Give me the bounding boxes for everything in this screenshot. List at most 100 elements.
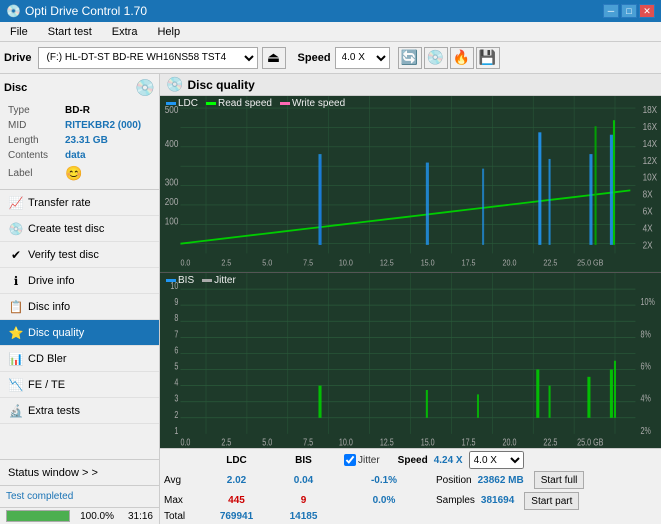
jitter-dot — [202, 279, 212, 282]
legend-jitter: Jitter — [202, 275, 236, 286]
nav-drive-info[interactable]: ℹ Drive info — [0, 268, 159, 294]
total-bis: 14185 — [271, 511, 336, 522]
stats-avg-row: Avg 2.02 0.04 -0.1% Position 23862 MB St… — [164, 471, 657, 489]
svg-text:12X: 12X — [643, 155, 658, 166]
svg-text:14X: 14X — [643, 138, 658, 149]
fe-te-icon: 📉 — [8, 378, 24, 392]
main-content: Disc 💿 Type BD-R MID RITEKBR2 (000) Leng… — [0, 74, 661, 524]
right-panel: 💿 Disc quality LDC Read speed — [160, 74, 661, 524]
disc-header-icon: 💿 — [135, 78, 155, 98]
avg-jitter: -0.1% — [344, 475, 424, 486]
toolbar-icons: 🔄 💿 🔥 💾 — [398, 47, 500, 69]
jitter-checkbox[interactable] — [344, 454, 356, 466]
chart-header-title: Disc quality — [187, 78, 254, 92]
verify-test-disc-icon: ✔ — [8, 248, 24, 262]
app-title: Opti Drive Control 1.70 — [25, 4, 147, 18]
svg-text:200: 200 — [165, 196, 179, 207]
refresh-button[interactable]: 🔄 — [398, 47, 422, 69]
avg-label: Avg — [164, 475, 202, 486]
chart-bottom-svg: 10 9 8 7 6 5 4 3 2 1 10% 8% 6% 4% 2% — [160, 273, 661, 449]
start-full-button[interactable]: Start full — [534, 471, 585, 489]
nav-cd-bler[interactable]: 📊 CD Bler — [0, 346, 159, 372]
start-part-button[interactable]: Start part — [524, 492, 579, 510]
stats-header-row: LDC BIS Jitter Speed 4.24 X 4.0 X — [164, 451, 657, 469]
position-val: 23862 MB — [478, 475, 524, 486]
progress-bar-fill — [7, 511, 69, 521]
nav-transfer-rate[interactable]: 📈 Transfer rate — [0, 190, 159, 216]
titlebar: 💿 Opti Drive Control 1.70 ─ □ ✕ — [0, 0, 661, 22]
svg-text:18X: 18X — [643, 104, 658, 115]
maximize-button[interactable]: □ — [621, 4, 637, 18]
svg-text:6: 6 — [174, 344, 178, 356]
speed-current-val: 4.24 X — [434, 455, 463, 466]
nav-create-test-disc-label: Create test disc — [28, 223, 104, 235]
menu-help[interactable]: Help — [151, 24, 186, 40]
svg-text:5.0: 5.0 — [262, 436, 272, 448]
nav-fe-te[interactable]: 📉 FE / TE — [0, 372, 159, 398]
stats-total-row: Total 769941 14185 — [164, 511, 657, 522]
nav-disc-info[interactable]: 📋 Disc info — [0, 294, 159, 320]
disc-title: Disc — [4, 82, 27, 94]
svg-text:6X: 6X — [643, 206, 653, 217]
nav-disc-quality[interactable]: ⭐ Disc quality — [0, 320, 159, 346]
svg-text:17.5: 17.5 — [462, 436, 476, 448]
max-jitter: 0.0% — [344, 495, 424, 506]
nav-disc-quality-label: Disc quality — [28, 327, 84, 339]
chart-header: 💿 Disc quality — [160, 74, 661, 96]
svg-text:15.0: 15.0 — [421, 436, 435, 448]
nav-fe-te-label: FE / TE — [28, 379, 65, 391]
save-button[interactable]: 💾 — [476, 47, 500, 69]
svg-text:16X: 16X — [643, 121, 658, 132]
mid-label: MID — [6, 119, 61, 132]
speed-label: Speed — [298, 52, 331, 64]
svg-text:4: 4 — [174, 376, 178, 388]
write-speed-dot — [280, 102, 290, 105]
drive-select[interactable]: (F:) HL-DT-ST BD-RE WH16NS58 TST4 — [38, 47, 258, 69]
nav-create-test-disc[interactable]: 💿 Create test disc — [0, 216, 159, 242]
svg-text:2.5: 2.5 — [221, 258, 232, 268]
burn-button[interactable]: 🔥 — [450, 47, 474, 69]
chart-top-legend: LDC Read speed Write speed — [166, 98, 345, 109]
length-value: 23.31 GB — [63, 134, 153, 147]
svg-text:10.0: 10.0 — [339, 436, 353, 448]
nav-extra-tests[interactable]: 🔬 Extra tests — [0, 398, 159, 424]
total-ldc: 769941 — [204, 511, 269, 522]
svg-text:12.5: 12.5 — [380, 436, 394, 448]
close-button[interactable]: ✕ — [639, 4, 655, 18]
svg-text:4%: 4% — [641, 392, 651, 404]
transfer-rate-icon: 📈 — [8, 196, 24, 210]
eject-button[interactable]: ⏏ — [262, 47, 286, 69]
label-value: 😊 — [63, 164, 153, 183]
svg-text:10%: 10% — [641, 295, 655, 307]
status-window-button[interactable]: Status window > > — [0, 459, 159, 485]
menu-start-test[interactable]: Start test — [42, 24, 98, 40]
total-label: Total — [164, 511, 202, 522]
svg-text:2%: 2% — [641, 424, 651, 436]
bis-col-header: BIS — [271, 455, 336, 466]
position-label: Position — [436, 475, 472, 486]
menu-file[interactable]: File — [4, 24, 34, 40]
chart-header-icon: 💿 — [166, 76, 183, 93]
disc-info-table: Type BD-R MID RITEKBR2 (000) Length 23.3… — [4, 102, 155, 185]
jitter-label-legend: Jitter — [214, 275, 236, 286]
label-label: Label — [6, 164, 61, 183]
svg-text:17.5: 17.5 — [462, 258, 476, 268]
titlebar-controls: ─ □ ✕ — [603, 4, 655, 18]
legend-bis: BIS — [166, 275, 194, 286]
svg-text:8%: 8% — [641, 328, 651, 340]
speed-select-stats[interactable]: 4.0 X — [469, 451, 524, 469]
menu-extra[interactable]: Extra — [106, 24, 144, 40]
svg-text:10X: 10X — [643, 172, 658, 183]
status-window-label: Status window > > — [8, 467, 98, 479]
length-label: Length — [6, 134, 61, 147]
create-test-disc-icon: 💿 — [8, 222, 24, 236]
charts-area: LDC Read speed Write speed — [160, 96, 661, 448]
samples-val: 381694 — [481, 495, 514, 506]
disc-button[interactable]: 💿 — [424, 47, 448, 69]
minimize-button[interactable]: ─ — [603, 4, 619, 18]
disc-header: Disc 💿 — [4, 78, 155, 98]
nav-verify-test-disc[interactable]: ✔ Verify test disc — [0, 242, 159, 268]
speed-select[interactable]: 4.0 X — [335, 47, 390, 69]
nav-drive-info-label: Drive info — [28, 275, 74, 287]
svg-text:2.5: 2.5 — [221, 436, 231, 448]
